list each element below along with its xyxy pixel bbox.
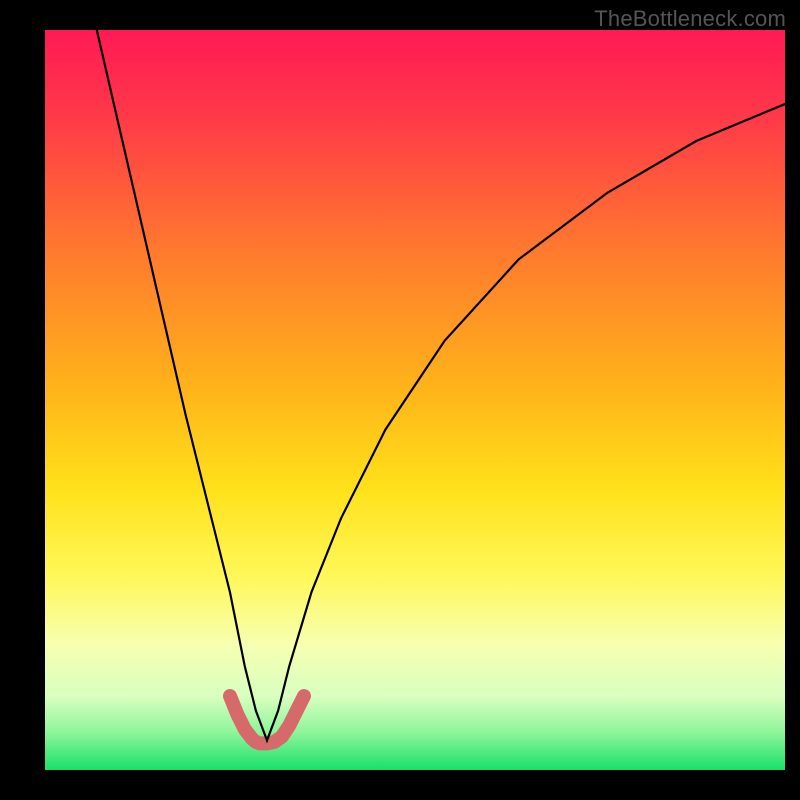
chart-frame: TheBottleneck.com — [0, 0, 800, 800]
plot-area — [45, 30, 785, 770]
watermark-text: TheBottleneck.com — [594, 6, 786, 32]
gradient-background — [45, 30, 785, 770]
bottleneck-chart — [45, 30, 785, 770]
